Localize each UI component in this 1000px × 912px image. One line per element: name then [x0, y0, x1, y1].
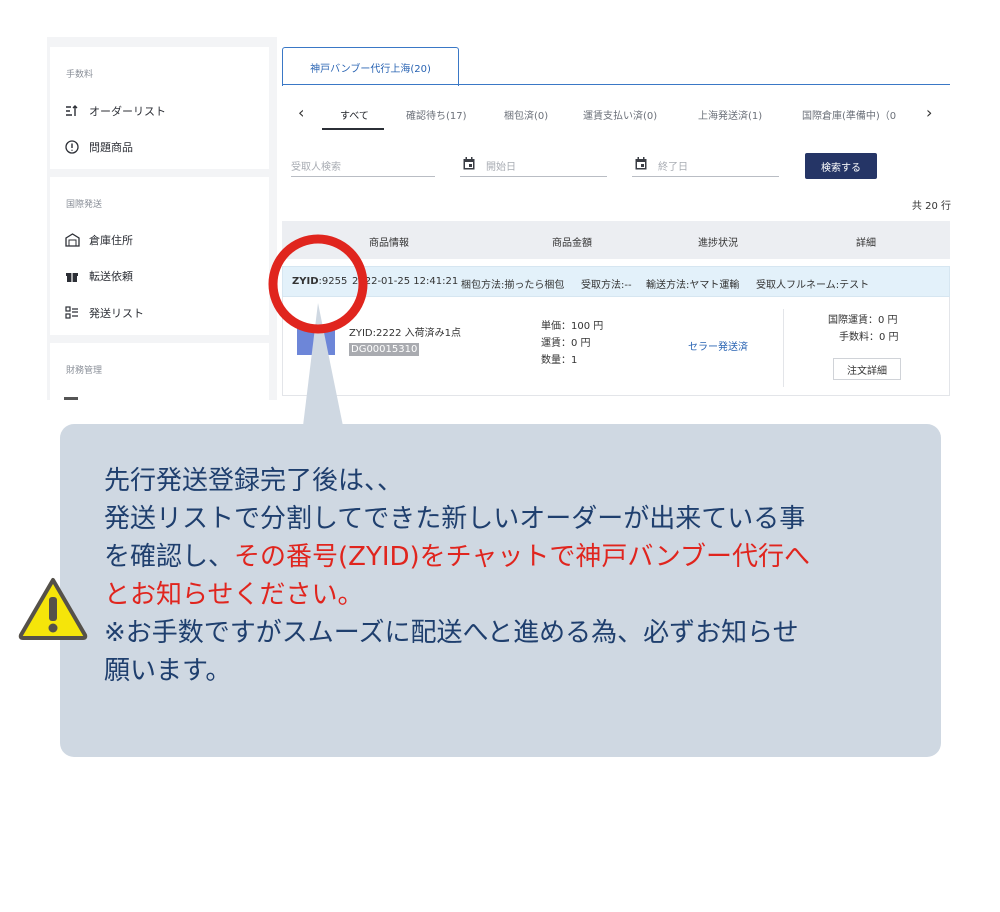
callout-line-2: 発送リストで分割してできた新しいオーダーが出来ている事: [104, 504, 806, 534]
callout-line-3a: を確認し、: [104, 542, 235, 572]
callout-message: 先行発送登録完了後は、、 発送リストで分割してできた新しいオーダーが出来ている事…: [104, 462, 810, 690]
callout-line-5: ※お手数ですがスムーズに配送へと進める為、必ずお知らせ: [104, 618, 799, 648]
callout-line-3b: その番号(ZYID)をチャットで神戸バンブー代行へ: [234, 542, 810, 572]
callout-line-4: とお知らせください。: [104, 580, 364, 610]
warning-icon: [18, 578, 88, 640]
callout-line-3: を確認し、その番号(ZYID)をチャットで神戸バンブー代行へ: [104, 538, 810, 576]
callout-line-6: 願います。: [104, 656, 232, 686]
callout-line-1: 先行発送登録完了後は、、: [104, 466, 404, 496]
callout-pointer-and-highlight: [268, 234, 368, 426]
